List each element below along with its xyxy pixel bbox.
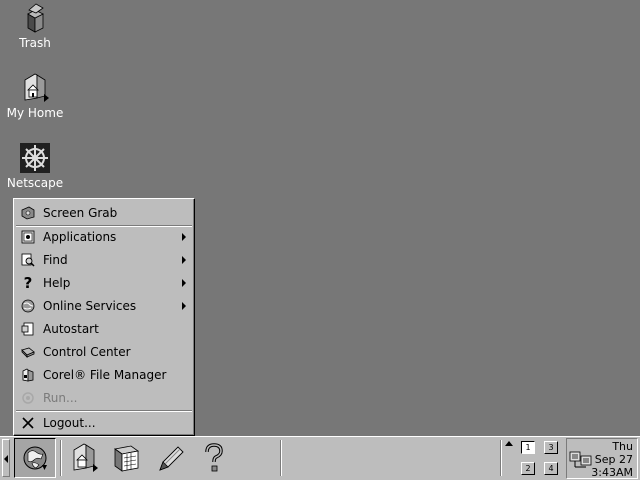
file-manager-icon	[20, 367, 36, 383]
question-icon	[205, 443, 223, 472]
clock-day: Thu	[612, 440, 633, 453]
menu-item-applications[interactable]: Applications	[16, 226, 192, 248]
start-menu: Screen Grab Applications Find ? Help Onl…	[13, 198, 195, 436]
desktop-icon-my-home[interactable]: My Home	[0, 72, 70, 120]
virtual-desktop-3[interactable]: 3	[544, 441, 558, 454]
pager-arrow-up-icon[interactable]	[505, 441, 513, 446]
run-icon	[20, 390, 36, 406]
desktop-icon-label: My Home	[6, 106, 64, 120]
submenu-arrow-icon	[182, 302, 186, 310]
desktop-icon-netscape[interactable]: Netscape	[0, 142, 70, 190]
submenu-arrow-icon	[182, 233, 186, 241]
find-icon	[20, 252, 36, 268]
control-center-icon	[20, 344, 36, 360]
netscape-wheel-icon	[19, 142, 51, 174]
menu-item-online-services[interactable]: Online Services	[16, 295, 192, 317]
question-icon: ?	[23, 274, 33, 292]
desktop-icon-label: Trash	[19, 36, 51, 50]
desktop-icon-trash[interactable]: Trash	[0, 2, 70, 50]
virtual-desktop-1[interactable]: 1	[521, 441, 535, 454]
taskbar: 1 3 2 4 Thu Sep 27 3:43AM	[0, 436, 640, 480]
network-monitors-icon	[569, 451, 592, 468]
taskbar-separator	[60, 440, 62, 476]
home-folder-icon	[73, 443, 98, 472]
taskbar-window-list[interactable]	[282, 440, 498, 476]
globe-icon	[23, 446, 47, 470]
taskbar-separator	[500, 440, 502, 476]
clock-date: Sep 27	[594, 453, 633, 466]
virtual-desktop-2[interactable]: 2	[521, 462, 535, 475]
menu-item-autostart[interactable]: Autostart	[16, 318, 192, 340]
clock-time: 3:43AM	[591, 466, 633, 479]
menu-item-screen-grab[interactable]: Screen Grab	[16, 202, 192, 224]
clock-tray[interactable]: Thu Sep 27 3:43AM	[566, 438, 638, 479]
menu-item-help[interactable]: ? Help	[16, 272, 192, 294]
pencil-icon	[159, 446, 184, 471]
autostart-icon	[20, 321, 36, 337]
start-button[interactable]	[14, 438, 56, 478]
menu-item-corel-file-manager[interactable]: Corel® File Manager	[16, 364, 192, 386]
arrow-left-icon	[4, 455, 8, 463]
virtual-desktop-4[interactable]: 4	[544, 462, 558, 475]
submenu-arrow-icon	[182, 279, 186, 287]
launcher-calendar[interactable]	[106, 440, 146, 476]
applications-icon	[20, 229, 36, 245]
launcher-editor[interactable]	[150, 440, 190, 476]
desktop-icon-label: Netscape	[6, 176, 64, 190]
submenu-arrow-icon	[182, 256, 186, 264]
taskbar-hide-handle[interactable]	[2, 439, 10, 477]
launcher-home[interactable]	[64, 440, 104, 476]
menu-item-logout[interactable]: Logout...	[16, 412, 192, 434]
camera-icon	[20, 205, 36, 221]
trash-icon	[19, 2, 51, 34]
home-folder-icon	[19, 72, 51, 104]
menu-item-find[interactable]: Find	[16, 249, 192, 271]
menu-item-run[interactable]: Run...	[16, 387, 192, 409]
globe-icon	[20, 298, 36, 314]
calendar-icon	[114, 445, 139, 472]
launcher-help[interactable]	[194, 440, 234, 476]
menu-item-control-center[interactable]: Control Center	[16, 341, 192, 363]
logout-icon	[20, 415, 36, 431]
